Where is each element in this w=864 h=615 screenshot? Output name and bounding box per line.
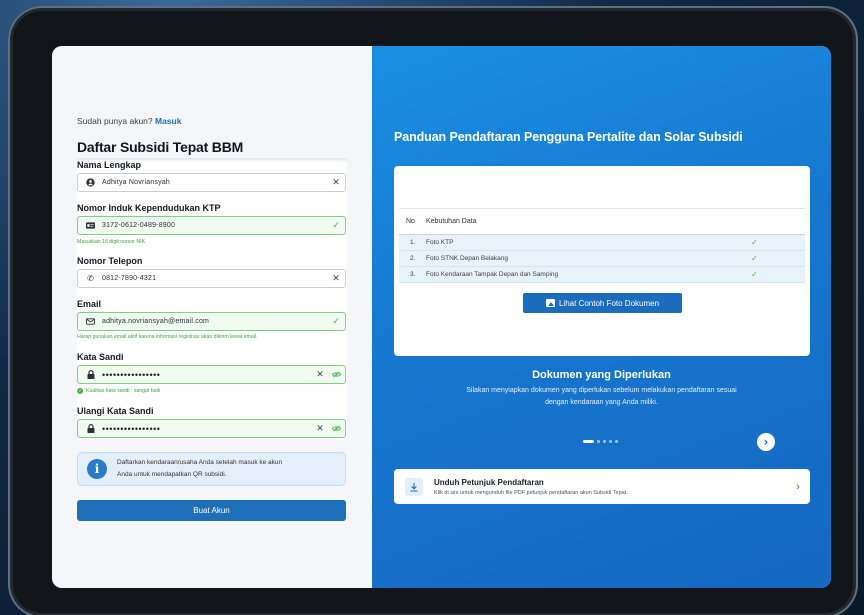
- carousel-dot[interactable]: [583, 440, 594, 443]
- check-icon: ✓: [751, 238, 758, 247]
- confirm-password-label: Ulangi Kata Sandi: [77, 406, 154, 416]
- name-label: Nama Lengkap: [77, 160, 142, 170]
- password-field[interactable]: •••••••••••••••• ✕: [77, 365, 346, 384]
- check-circle-icon: ✓: [77, 388, 83, 394]
- info-text: Daftarkan kendaraan/usaha Anda setelah m…: [117, 457, 282, 481]
- nik-value: 3172-0612-0489-8900: [102, 222, 176, 229]
- table-row: 2. Foto STNK Depan Belakang ✓: [399, 251, 805, 267]
- phone-icon: ✆: [87, 274, 94, 283]
- carousel-dot[interactable]: [609, 440, 612, 443]
- clear-icon[interactable]: ✕: [313, 423, 327, 434]
- app-screen: Sudah punya akun? Masuk Daftar Subsidi T…: [52, 46, 831, 588]
- clear-icon[interactable]: ✕: [329, 273, 343, 284]
- email-hint: Harap gunakan email aktif karena informa…: [77, 334, 258, 340]
- guide-title: Panduan Pendaftaran Pengguna Pertalite d…: [394, 130, 743, 144]
- download-description: Klik di sini untuk mengunduh file PDF pe…: [434, 489, 628, 496]
- phone-value: 0812-7890-4321: [102, 275, 157, 282]
- carousel-dot[interactable]: [615, 440, 618, 443]
- carousel-next-button[interactable]: ›: [757, 433, 775, 451]
- info-icon: i: [87, 459, 107, 479]
- password-value: ••••••••••••••••: [102, 369, 161, 380]
- nik-hint: Masukkan 16 digit nomor NIK: [77, 239, 146, 245]
- lock-icon: [85, 369, 96, 380]
- header-kebutuhan: Kebutuhan Data: [426, 218, 477, 225]
- info-box: i Daftarkan kendaraan/usaha Anda setelah…: [77, 452, 346, 486]
- user-circle-icon: [85, 177, 96, 188]
- tablet-frame: Sudah punya akun? Masuk Daftar Subsidi T…: [8, 6, 858, 615]
- row-item: Foto Kendaraan Tampak Depan dan Samping: [426, 271, 559, 278]
- clear-icon[interactable]: ✕: [329, 177, 343, 188]
- nik-field[interactable]: 3172-0612-0489-8900 ✓: [77, 216, 346, 235]
- name-field[interactable]: Adhitya Novriansyah ✕: [77, 173, 346, 192]
- view-example-photos-button[interactable]: Lihat Contoh Foto Dokumen: [523, 293, 682, 313]
- download-icon: [405, 477, 423, 496]
- phone-field[interactable]: ✆ 0812-7890-4321 ✕: [77, 269, 346, 288]
- mail-icon: [85, 316, 96, 327]
- slide-description: Silakan menyiapkan dokumen yang diperluk…: [422, 385, 781, 409]
- login-prompt: Sudah punya akun? Masuk: [77, 116, 181, 126]
- form-scroll-area[interactable]: [77, 158, 347, 440]
- login-prompt-text: Sudah punya akun?: [77, 116, 153, 126]
- login-link[interactable]: Masuk: [155, 116, 181, 126]
- eye-off-icon[interactable]: [329, 424, 343, 434]
- check-icon: ✓: [751, 254, 758, 263]
- email-field[interactable]: adhitya.novriansyah@email.com ✓: [77, 312, 346, 331]
- requirements-table: No Kebutuhan Data 1. Foto KTP ✓ 2. Foto …: [399, 208, 805, 283]
- download-guide-card[interactable]: Unduh Petunjuk Pendaftaran Klik di sini …: [394, 469, 810, 504]
- carousel-dot[interactable]: [603, 440, 606, 443]
- image-icon: [545, 299, 555, 307]
- slide-description-line-2: dengan kendaraan yang Anda miliki.: [545, 399, 658, 406]
- carousel-dot[interactable]: [597, 440, 600, 443]
- info-line-1: Daftarkan kendaraan/usaha Anda setelah m…: [117, 459, 283, 466]
- email-label: Email: [77, 299, 102, 309]
- confirm-password-value: ••••••••••••••••: [102, 423, 161, 434]
- info-line-2: Anda untuk mendapatkan QR subsidi.: [117, 471, 227, 478]
- password-strength: ✓ Kualitas kata sandi : sangat baik: [77, 388, 160, 394]
- guide-panel: Panduan Pendaftaran Pengguna Pertalite d…: [372, 46, 831, 588]
- form-title: Daftar Subsidi Tepat BBM: [77, 139, 244, 155]
- phone-label: Nomor Telepon: [77, 256, 143, 266]
- table-header: No Kebutuhan Data: [399, 208, 805, 235]
- chevron-right-icon: ›: [796, 480, 800, 493]
- row-no: 3.: [410, 271, 416, 278]
- header-no: No: [406, 218, 415, 225]
- check-icon: ✓: [751, 270, 758, 279]
- slide-description-line-1: Silakan menyiapkan dokumen yang diperluk…: [466, 387, 737, 394]
- id-card-icon: [85, 220, 96, 231]
- download-title: Unduh Petunjuk Pendaftaran: [434, 477, 544, 487]
- slide-title: Dokumen yang Diperlukan: [532, 369, 671, 381]
- create-account-button[interactable]: Buat Akun: [77, 500, 346, 521]
- row-no: 2.: [410, 255, 416, 262]
- view-example-label: Lihat Contoh Foto Dokumen: [558, 298, 660, 308]
- confirm-password-field[interactable]: •••••••••••••••• ✕: [77, 419, 346, 438]
- table-row: 3. Foto Kendaraan Tampak Depan dan Sampi…: [399, 267, 805, 283]
- email-value: adhitya.novriansyah@email.com: [102, 318, 210, 325]
- lock-icon: [85, 423, 96, 434]
- registration-panel: Sudah punya akun? Masuk Daftar Subsidi T…: [52, 46, 372, 588]
- row-item: Foto KTP: [426, 239, 454, 246]
- name-value: Adhitya Novriansyah: [102, 179, 170, 186]
- requirements-card: No Kebutuhan Data 1. Foto KTP ✓ 2. Foto …: [394, 166, 810, 356]
- password-strength-text: Kualitas kata sandi : sangat baik: [86, 388, 161, 394]
- clear-icon[interactable]: ✕: [313, 369, 327, 380]
- nik-label: Nomor Induk Kependudukan KTP: [77, 203, 221, 213]
- check-icon: ✓: [332, 316, 340, 326]
- password-label: Kata Sandi: [77, 352, 124, 362]
- check-icon: ✓: [332, 220, 340, 230]
- row-item: Foto STNK Depan Belakang: [426, 255, 509, 262]
- carousel-indicators: [583, 440, 621, 443]
- download-text: Unduh Petunjuk Pendaftaran Klik di sini …: [434, 478, 786, 496]
- row-no: 1.: [410, 239, 416, 246]
- table-row: 1. Foto KTP ✓: [399, 235, 805, 251]
- eye-off-icon[interactable]: [329, 370, 343, 380]
